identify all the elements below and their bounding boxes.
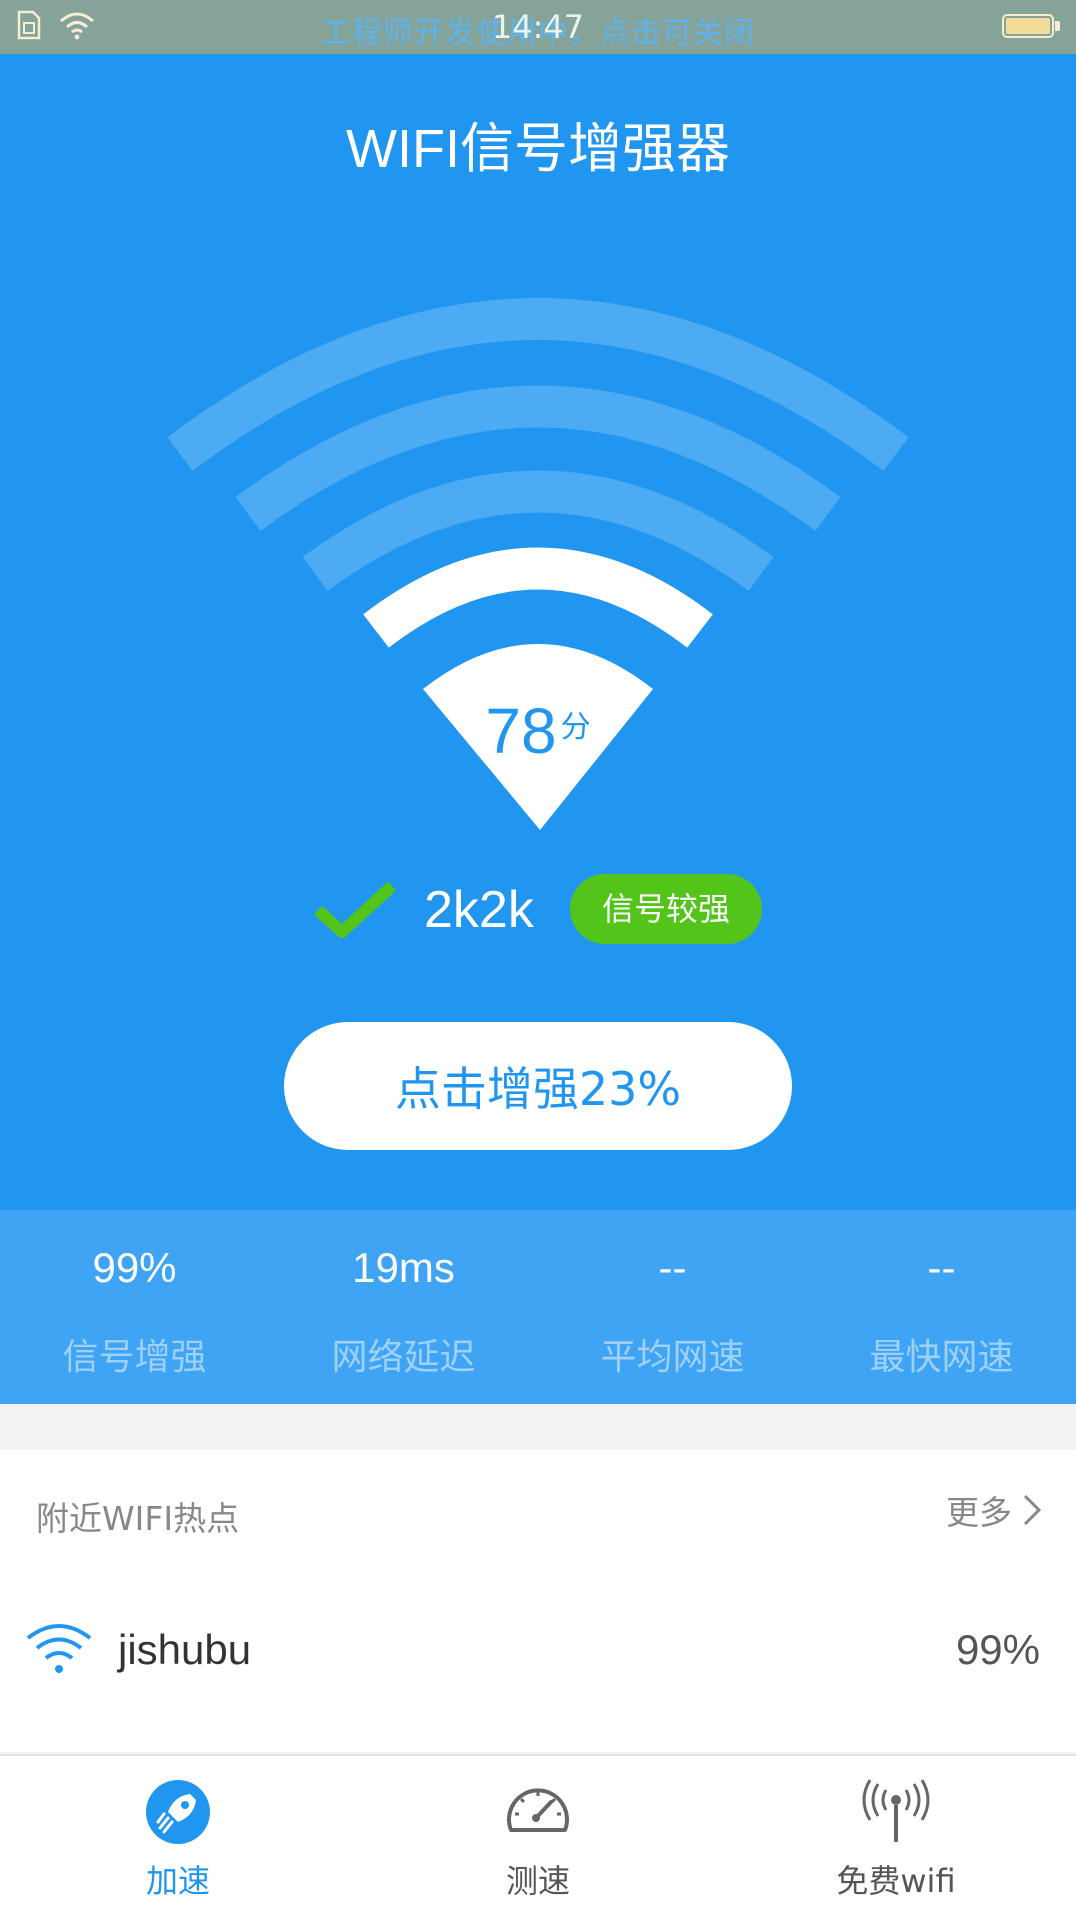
tab-label: 加速 xyxy=(145,1862,210,1900)
hero-panel: WIFI信号增强器 78 分 2k2k 信号较强 点击增强23% xyxy=(0,54,1076,1210)
wifi-arc-strong xyxy=(363,547,713,648)
status-time: 14:47 xyxy=(491,8,585,46)
nearby-title: 附近WIFI热点 xyxy=(36,1499,240,1538)
stat-value: -- xyxy=(927,1244,956,1291)
check-icon xyxy=(314,881,396,938)
wifi-ssid: jishubu xyxy=(118,1626,252,1673)
stat-value: 99% xyxy=(92,1244,177,1291)
wifi-strength: 99% xyxy=(955,1626,1040,1673)
boost-button[interactable]: 点击增强23% xyxy=(284,1022,792,1150)
stat-label: 网络延迟 xyxy=(331,1337,476,1378)
chevron-right-icon xyxy=(1023,1494,1042,1526)
tab-accelerate[interactable]: 加速 xyxy=(78,1756,278,1916)
tab-label: 免费wifi xyxy=(836,1862,956,1900)
antenna-icon xyxy=(862,1779,930,1842)
tab-bar: 加速 测速 免费wifi xyxy=(0,1754,1076,1916)
stat-latency: 19ms 网络延迟 xyxy=(269,1210,538,1404)
stat-label: 信号增强 xyxy=(62,1337,207,1378)
stat-avg-speed: -- 平均网速 xyxy=(538,1210,807,1404)
rocket-icon xyxy=(146,1780,210,1844)
stat-value: 19ms xyxy=(352,1244,455,1291)
signal-score: 78 分 xyxy=(0,694,1076,768)
status-bar: 工程师开发使用中，点击可关闭 14:47 xyxy=(0,0,1076,54)
stat-label: 最快网速 xyxy=(869,1337,1014,1378)
tab-speed-test[interactable]: 测速 xyxy=(438,1756,638,1916)
stats-panel: 99% 信号增强 19ms 网络延迟 -- 平均网速 -- 最快网速 xyxy=(0,1210,1076,1404)
wifi-list-item[interactable]: jishubu 99% xyxy=(0,1604,1076,1700)
battery-cap xyxy=(1055,21,1060,31)
connected-network-row: 2k2k 信号较强 xyxy=(0,874,1076,946)
wifi-icon xyxy=(26,1624,92,1673)
tab-free-wifi[interactable]: 免费wifi xyxy=(796,1756,996,1916)
connected-ssid: 2k2k xyxy=(424,881,534,939)
stat-value: -- xyxy=(658,1244,687,1291)
score-unit: 分 xyxy=(560,710,591,745)
speedometer-icon xyxy=(507,1788,569,1832)
battery-icon xyxy=(1002,14,1054,38)
stat-label: 平均网速 xyxy=(600,1337,745,1378)
more-label: 更多 xyxy=(946,1493,1012,1532)
more-link[interactable]: 更多 xyxy=(946,1486,1042,1534)
score-value: 78 xyxy=(485,695,557,767)
stat-signal-boost: 99% 信号增强 xyxy=(0,1210,269,1404)
nearby-wifi-section: 附近WIFI热点 更多 jishubu 99% xyxy=(0,1450,1076,1752)
stat-max-speed: -- 最快网速 xyxy=(807,1210,1076,1404)
signal-strength-badge: 信号较强 xyxy=(570,874,762,944)
tab-label: 测速 xyxy=(505,1862,570,1900)
